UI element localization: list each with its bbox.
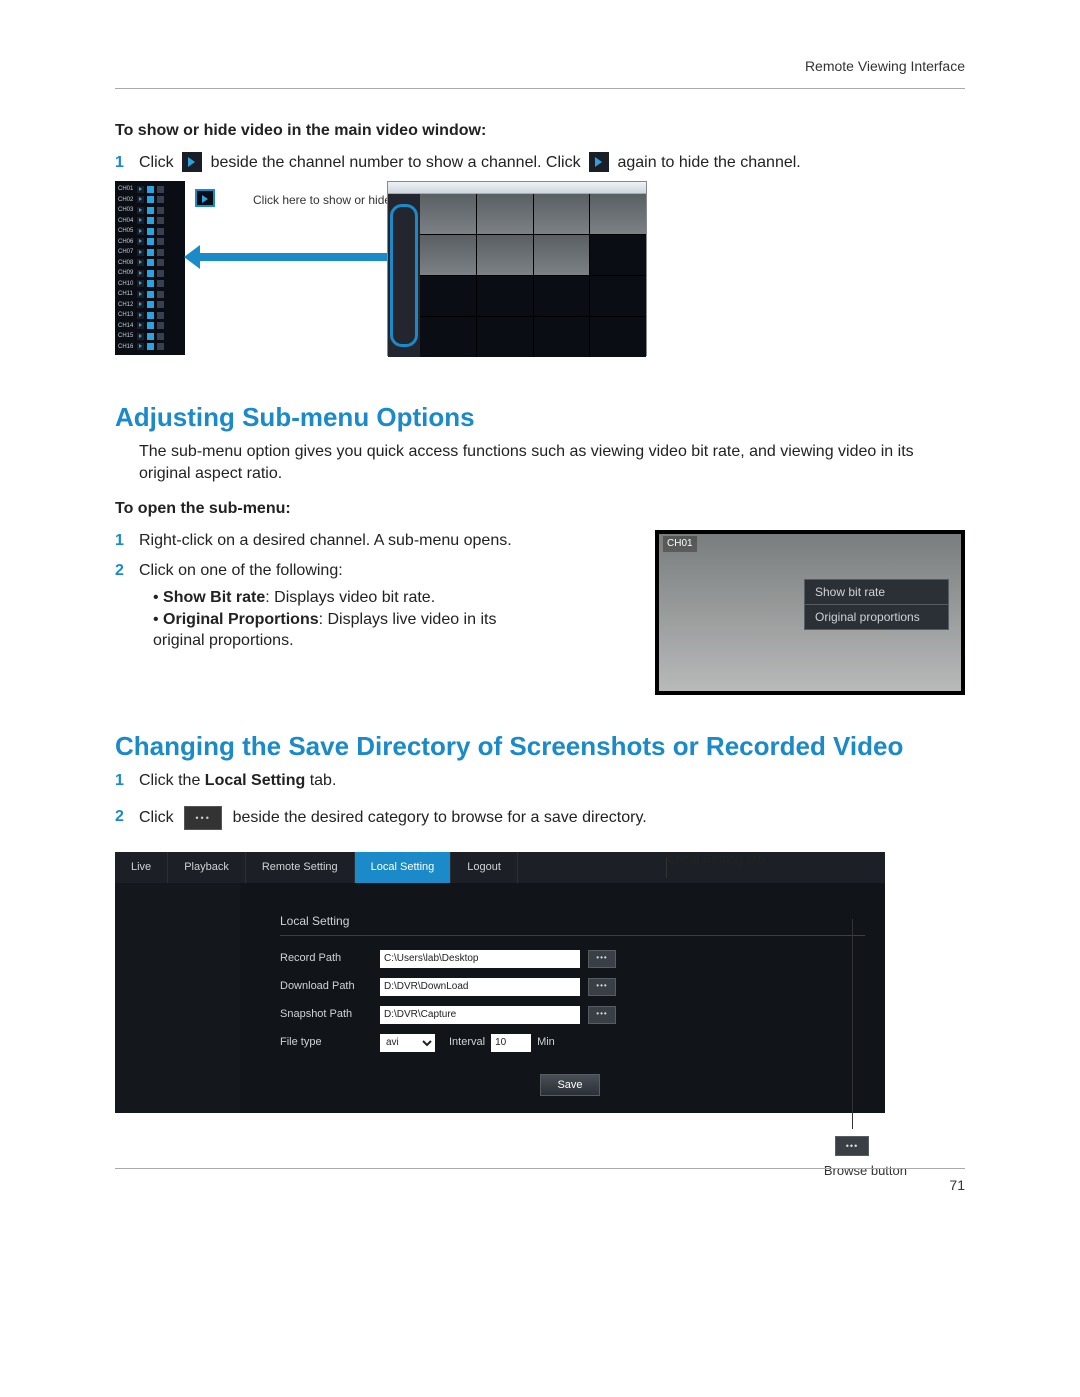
browse-button[interactable] (588, 950, 616, 968)
record-path-label: Record Path (280, 951, 380, 966)
tab-playback[interactable]: Playback (168, 852, 246, 883)
header-rule (115, 88, 965, 89)
browse-icon-callout (835, 1136, 869, 1156)
tab-bar: Live Playback Remote Setting Local Setti… (115, 852, 885, 883)
channel-list: CH01 CH02 CH03 CH04 CH05 CH06 CH07 CH08 … (115, 181, 185, 355)
browse-icon: ••• (184, 806, 222, 830)
tab-logout[interactable]: Logout (451, 852, 518, 883)
step-text: Click the Local Setting tab. (139, 770, 965, 792)
figure-channel-viewer: CH01 CH02 CH03 CH04 CH05 CH06 CH07 CH08 … (115, 181, 965, 376)
play-icon-highlighted (195, 189, 215, 207)
context-menu: Show bit rate Original proportions (804, 579, 949, 630)
download-path-input[interactable] (380, 978, 580, 996)
step-number: 1 (115, 152, 139, 174)
heading-savedir: Changing the Save Directory of Screensho… (115, 729, 965, 764)
section1-lead: To show or hide video in the main video … (115, 120, 965, 142)
step-text: Right-click on a desired channel. A sub-… (139, 530, 519, 552)
interval-label: Interval (449, 1035, 485, 1050)
filetype-select[interactable]: avi (380, 1034, 435, 1052)
step-number: 1 (115, 530, 139, 552)
play-icon (182, 152, 202, 172)
step-number: 2 (115, 560, 139, 582)
callout-label: Browse button (824, 1162, 907, 1180)
save-button[interactable]: Save (540, 1074, 600, 1096)
panel-title: Local Setting (280, 913, 865, 936)
step-text: Click on one of the following: Show Bit … (139, 560, 519, 652)
step-number: 2 (115, 806, 139, 828)
context-menu-item[interactable]: Original proportions (805, 605, 948, 629)
interval-unit: Min (537, 1035, 555, 1050)
callout-label: Local Setting tab (668, 850, 765, 868)
browse-button[interactable] (588, 1006, 616, 1024)
step-number: 1 (115, 770, 139, 792)
step-text: Click beside the channel number to show … (139, 152, 965, 174)
play-icon (589, 152, 609, 172)
footer-rule (115, 1168, 965, 1169)
interval-input[interactable] (491, 1034, 531, 1052)
figure-local-setting: Local Setting tab Live Playback Remote S… (115, 852, 965, 1113)
running-head: Remote Viewing Interface (805, 58, 965, 74)
tab-live[interactable]: Live (115, 852, 168, 883)
browse-button[interactable] (588, 978, 616, 996)
tab-local-setting[interactable]: Local Setting (355, 852, 452, 883)
record-path-input[interactable] (380, 950, 580, 968)
filetype-label: File type (280, 1035, 380, 1050)
callout-line (852, 919, 853, 1129)
section2-lead: To open the sub-menu: (115, 498, 965, 520)
section2-intro: The sub-menu option gives you quick acce… (139, 441, 965, 484)
download-path-label: Download Path (280, 979, 380, 994)
context-menu-item[interactable]: Show bit rate (805, 580, 948, 605)
step-text: Click ••• beside the desired category to… (139, 806, 965, 830)
callout-line (666, 858, 667, 878)
tab-remote-setting[interactable]: Remote Setting (246, 852, 355, 883)
snapshot-path-label: Snapshot Path (280, 1007, 380, 1022)
callout-arrow (200, 253, 400, 261)
viewer-window (387, 181, 647, 356)
channel-label: CH01 (663, 536, 697, 552)
heading-submenu: Adjusting Sub-menu Options (115, 400, 965, 435)
local-setting-sidebar (115, 883, 240, 1113)
page-number: 71 (949, 1177, 965, 1193)
snapshot-path-input[interactable] (380, 1006, 580, 1024)
figure-context-menu: CH01 Show bit rate Original proportions (655, 530, 965, 695)
